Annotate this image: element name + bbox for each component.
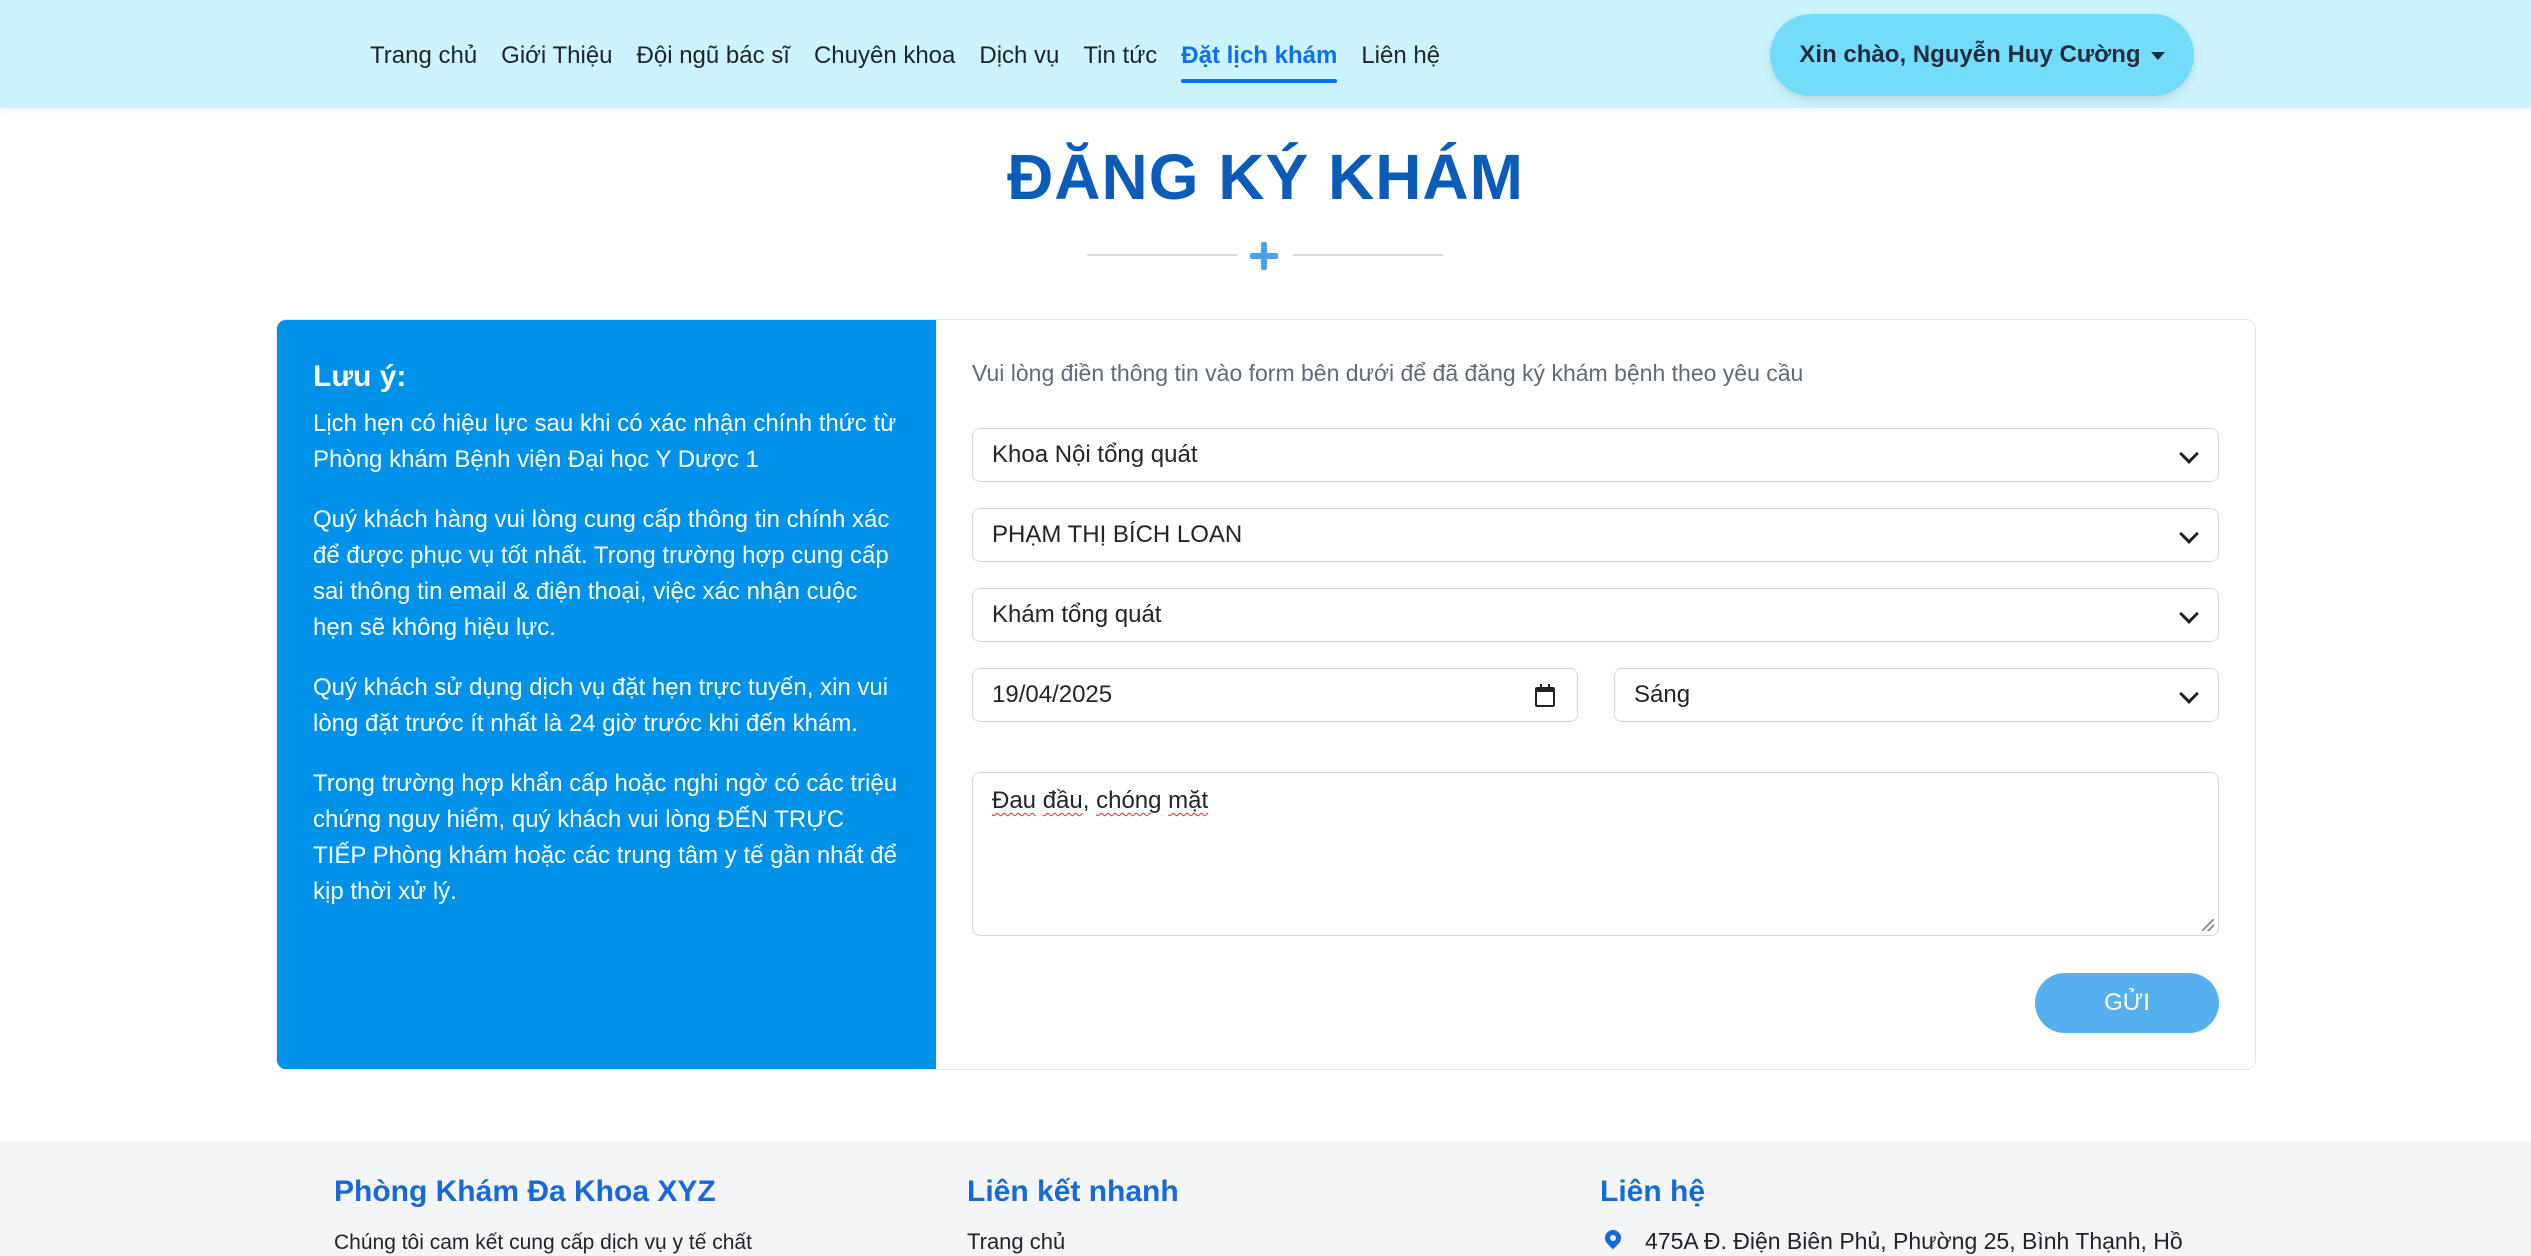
booking-card: Lưu ý: Lịch hẹn có hiệu lực sau khi có x… [276,319,2256,1070]
footer-link-home[interactable]: Trang chủ [967,1229,1179,1255]
footer-quick-links: Liên kết nhanh Trang chủ [967,1175,1179,1255]
footer-heading: Phòng Khám Đa Khoa XYZ [334,1175,716,1208]
note-title: Lưu ý: [313,360,407,393]
doctor-select[interactable]: PHẠM THỊ BÍCH LOAN [972,508,2219,562]
footer-heading: Liên hệ [1600,1175,1706,1208]
footer-address: 475A Đ. Điện Biên Phủ, Phường 25, Bình T… [1600,1228,2183,1255]
user-greeting: Xin chào, Nguyễn Huy Cường [1799,41,2141,68]
doctor-value: PHẠM THỊ BÍCH LOAN [992,521,1243,548]
title-divider-left [1087,254,1237,256]
note-paragraphs: Lịch hẹn có hiệu lực sau khi có xác nhận… [313,406,903,934]
note-paragraph: Trong trường hợp khẩn cấp hoặc nghi ngờ … [313,770,898,905]
symptoms-textarea[interactable]: Đau đầu, chóng mặt [972,772,2219,936]
note-paragraph: Quý khách hàng vui lòng cung cấp thông t… [313,506,890,641]
footer-text: Chúng tôi cam kết cung cấp dịch vụ y tế … [334,1231,752,1254]
footer: Phòng Khám Đa Khoa XYZ Chúng tôi cam kết… [0,1141,2531,1256]
top-navbar: Trang chủ Giới Thiệu Đội ngũ bác sĩ Chuy… [0,0,2531,108]
nav-item-booking[interactable]: Đặt lịch khám [1169,0,1349,108]
nav-item-contact[interactable]: Liên hệ [1349,0,1452,108]
service-value: Khám tổng quát [992,601,1162,628]
chevron-down-icon [2179,684,2199,704]
symptoms-word: mặt [1168,787,1209,814]
form-intro: Vui lòng điền thông tin vào form bên dướ… [972,360,1804,386]
submit-button[interactable]: GỬI [2035,973,2219,1033]
nav-item-services[interactable]: Dịch vụ [967,0,1071,108]
nav-menu: Trang chủ Giới Thiệu Đội ngũ bác sĩ Chuy… [358,0,1452,108]
footer-contact: Liên hệ 475A Đ. Điện Biên Phủ, Phường 25… [1600,1175,2183,1255]
session-select[interactable]: Sáng [1614,668,2219,722]
department-value: Khoa Nội tổng quát [992,441,1198,468]
user-menu-button[interactable]: Xin chào, Nguyễn Huy Cường [1770,14,2194,96]
nav-item-doctors[interactable]: Đội ngũ bác sĩ [625,0,802,108]
calendar-icon[interactable] [1535,684,1555,707]
nav-item-about[interactable]: Giới Thiệu [489,0,624,108]
session-value: Sáng [1634,681,1691,708]
symptoms-word: Đau [992,787,1037,814]
nav-item-home[interactable]: Trang chủ [358,0,489,108]
footer-address-text: 475A Đ. Điện Biên Phủ, Phường 25, Bình T… [1645,1228,2183,1254]
footer-heading: Liên kết nhanh [967,1175,1179,1208]
map-pin-icon [1604,1230,1624,1254]
resize-handle[interactable] [2202,919,2214,931]
note-panel: Lưu ý: Lịch hẹn có hiệu lực sau khi có x… [277,320,936,1069]
booking-form: Vui lòng điền thông tin vào form bên dướ… [972,320,2219,1069]
symptoms-word: chóng [1096,787,1162,814]
note-paragraph: Quý khách sử dụng dịch vụ đặt hẹn trực t… [313,674,889,737]
chevron-down-icon [2179,444,2199,464]
date-value: 19/04/2025 [992,681,1113,708]
nav-item-specialties[interactable]: Chuyên khoa [802,0,967,108]
note-paragraph: Lịch hẹn có hiệu lực sau khi có xác nhận… [313,410,897,473]
symptoms-separator: , [1082,787,1097,814]
page-title: ĐĂNG KÝ KHÁM [1007,141,1524,213]
date-input[interactable]: 19/04/2025 [972,668,1578,722]
nav-item-news[interactable]: Tin tức [1071,0,1169,108]
title-divider-right [1293,254,1443,256]
plus-icon [1250,242,1278,270]
chevron-down-icon [2179,604,2199,624]
caret-down-icon [2150,52,2165,60]
service-select[interactable]: Khám tổng quát [972,588,2219,642]
chevron-down-icon [2179,524,2199,544]
department-select[interactable]: Khoa Nội tổng quát [972,428,2219,482]
footer-about: Phòng Khám Đa Khoa XYZ Chúng tôi cam kết… [334,1175,752,1255]
symptoms-word: đầu [1042,787,1083,814]
